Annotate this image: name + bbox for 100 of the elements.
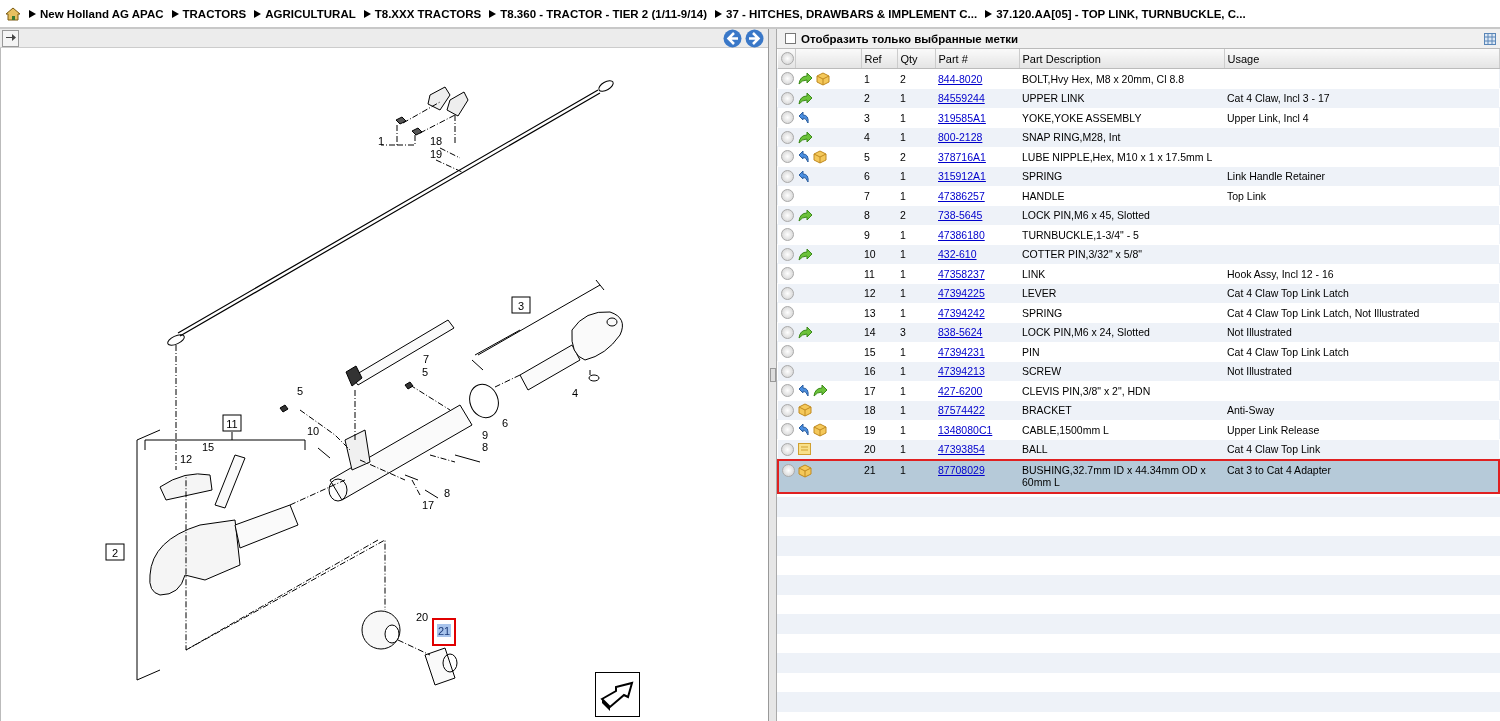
column-header[interactable]: Part # [935, 49, 1019, 69]
table-row[interactable]: 7 1 47386257 HANDLE Top Link [778, 186, 1499, 206]
splitter-handle[interactable] [769, 368, 776, 382]
checkbox[interactable] [785, 33, 796, 44]
table-row[interactable]: 8 2 738-5645 LOCK PIN,M6 x 45, Slotted [778, 205, 1499, 225]
table-row[interactable]: 3 1 319585A1 YOKE,YOKE ASSEMBLY Upper Link, Incl 4 [778, 108, 1499, 128]
breadcrumb-link[interactable]: 37 - HITCHES, DRAWBARS & IMPLEMENT C... [726, 7, 978, 20]
expand-row-button[interactable] [781, 286, 794, 300]
table-row[interactable]: 11 1 47358237 LINK Hook Assy, Incl 12 - 16 [778, 264, 1499, 284]
expand-row-button[interactable] [781, 208, 794, 222]
expand-row-button[interactable] [781, 364, 794, 378]
expand-row-button[interactable] [781, 345, 794, 359]
table-cell: Upper Link Release [1224, 420, 1499, 440]
table-row[interactable]: 5 2 378716A1 LUBE NIPPLE,Hex, M10 x 1 x 17.5mm L [778, 147, 1499, 167]
table-cell: Cat 3 to Cat 4 Adapter [1224, 460, 1499, 493]
callout-number[interactable]: 8 [443, 487, 451, 499]
expand-row-button[interactable] [781, 130, 794, 144]
expand-all-button[interactable] [781, 52, 794, 65]
grid-icon[interactable] [1484, 32, 1496, 45]
yoke-shaft [519, 344, 581, 391]
expand-row-button[interactable] [782, 464, 795, 477]
expand-row-button[interactable] [781, 150, 794, 164]
callout-number[interactable]: 12 [179, 453, 193, 465]
table-row[interactable]: 10 1 432-610 COTTER PIN,3/32" x 5/8" [778, 244, 1499, 264]
yoke-head [571, 311, 623, 361]
callout-number[interactable]: 7 [422, 353, 430, 365]
callout-number[interactable]: 1 [377, 135, 385, 147]
table-row[interactable]: 9 1 47386180 TURNBUCKLE,1-3/4" - 5 [778, 225, 1499, 245]
table-row[interactable]: 17 1 427-6200 CLEVIS PIN,3/8" x 2", HDN [778, 381, 1499, 401]
callout-number[interactable]: 15 [201, 441, 215, 453]
expand-row-button[interactable] [781, 423, 794, 437]
back-button[interactable] [723, 28, 742, 48]
breadcrumb-link[interactable]: T8.360 - TRACTOR - TIER 2 (1/11-9/14) [500, 7, 708, 20]
expand-row-button[interactable] [781, 247, 794, 261]
column-header[interactable]: Qty [897, 49, 935, 69]
callout-number[interactable]: 20 [415, 611, 429, 623]
table-row[interactable]: 21 1 87708029 BUSHING,32.7mm ID x 44.34mm OD x 60mm L Cat 3 to Cat 4 Adapter [778, 460, 1499, 493]
navigate-button[interactable] [595, 672, 640, 717]
panel-toggle-button[interactable] [2, 29, 19, 47]
breadcrumb-link[interactable]: TRACTORS [182, 7, 247, 20]
callout-number[interactable]: 18 [429, 135, 443, 147]
column-header[interactable]: Usage [1224, 49, 1499, 69]
expand-row-button[interactable] [781, 442, 794, 456]
table-cell: 1 [897, 361, 935, 381]
table-cell: 16 [861, 361, 897, 381]
table-cell: 21 [861, 460, 897, 493]
breadcrumb-link[interactable]: New Holland AG APAC [40, 7, 164, 20]
breadcrumb-link[interactable]: AGRICULTURAL [265, 7, 356, 20]
table-row[interactable]: 14 3 838-5624 LOCK PIN,M6 x 24, Slotted Not Illustrated [778, 322, 1499, 342]
box-icon [813, 422, 827, 437]
callout-number[interactable]: 8 [481, 441, 489, 453]
table-row[interactable]: 15 1 47394231 PIN Cat 4 Claw Top Link Latch [778, 342, 1499, 362]
callout-number[interactable]: 4 [571, 387, 579, 399]
table-row[interactable]: 13 1 47394242 SPRING Cat 4 Claw Top Link Latch, Not Illustrated [778, 303, 1499, 323]
column-header[interactable]: Ref [861, 49, 897, 69]
table-cell: 2 [897, 205, 935, 225]
expand-row-button[interactable] [781, 111, 794, 125]
table-cell: SCREW [1019, 361, 1224, 381]
table-cell: HANDLE [1019, 186, 1224, 206]
table-row[interactable]: 16 1 47394213 SCREW Not Illustrated [778, 361, 1499, 381]
table-cell: CABLE,1500mm L [1019, 420, 1224, 440]
callout-number[interactable]: 5 [296, 385, 304, 397]
table-row[interactable]: 12 1 47394225 LEVER Cat 4 Claw Top Link Latch [778, 283, 1499, 303]
table-cell: CLEVIS PIN,3/8" x 2", HDN [1019, 381, 1224, 401]
expand-row-button[interactable] [781, 403, 794, 417]
callout-number[interactable]: 6 [501, 417, 509, 429]
lever [159, 473, 213, 501]
table-row[interactable]: 1 2 844-8020 BOLT,Hvy Hex, M8 x 20mm, Cl 8.8 [778, 68, 1499, 89]
table-row[interactable]: 2 1 84559244 UPPER LINK Cat 4 Claw, Incl 3 - 17 [778, 88, 1499, 108]
selected-callout[interactable]: 21 [432, 618, 456, 646]
table-cell: 15 [861, 342, 897, 362]
table-row[interactable]: 6 1 315912A1 SPRING Link Handle Retainer [778, 166, 1499, 186]
breadcrumb-link[interactable]: 37.120.AA[05] - TOP LINK, TURNBUCKLE, C... [996, 7, 1246, 20]
callout-number[interactable]: 19 [429, 148, 443, 160]
breadcrumb-link[interactable]: T8.XXX TRACTORS [374, 7, 482, 20]
expand-row-button[interactable] [781, 325, 794, 339]
expand-row-button[interactable] [781, 384, 794, 398]
expand-row-button[interactable] [781, 169, 794, 183]
table-row[interactable]: 20 1 47393854 BALL Cat 4 Claw Top Link [778, 439, 1499, 460]
expand-row-button[interactable] [781, 91, 794, 105]
expand-row-button[interactable] [781, 189, 794, 203]
latch-pin [214, 454, 246, 509]
callout-number[interactable]: 2 [105, 543, 125, 561]
callout-number[interactable]: 10 [306, 425, 320, 437]
table-cell: 1 [897, 400, 935, 420]
callout-number[interactable]: 17 [421, 499, 435, 511]
expand-row-button[interactable] [781, 267, 794, 281]
callout-number[interactable]: 9 [481, 429, 489, 441]
column-header[interactable]: Part Description [1019, 49, 1224, 69]
callout-number[interactable]: 3 [511, 296, 531, 314]
table-row[interactable]: 4 1 800-2128 SNAP RING,M28, Int [778, 127, 1499, 147]
expand-row-button[interactable] [781, 228, 794, 242]
table-row[interactable]: 19 1 1348080C1 CABLE,1500mm L Upper Link Release [778, 420, 1499, 440]
callout-number[interactable]: 5 [421, 366, 429, 378]
callout-number[interactable]: 11 [222, 414, 242, 432]
expand-row-button[interactable] [781, 72, 794, 86]
expand-row-button[interactable] [781, 306, 794, 320]
forward-button[interactable] [745, 28, 764, 48]
home-icon[interactable] [5, 5, 21, 22]
table-row[interactable]: 18 1 87574422 BRACKET Anti-Sway [778, 400, 1499, 420]
